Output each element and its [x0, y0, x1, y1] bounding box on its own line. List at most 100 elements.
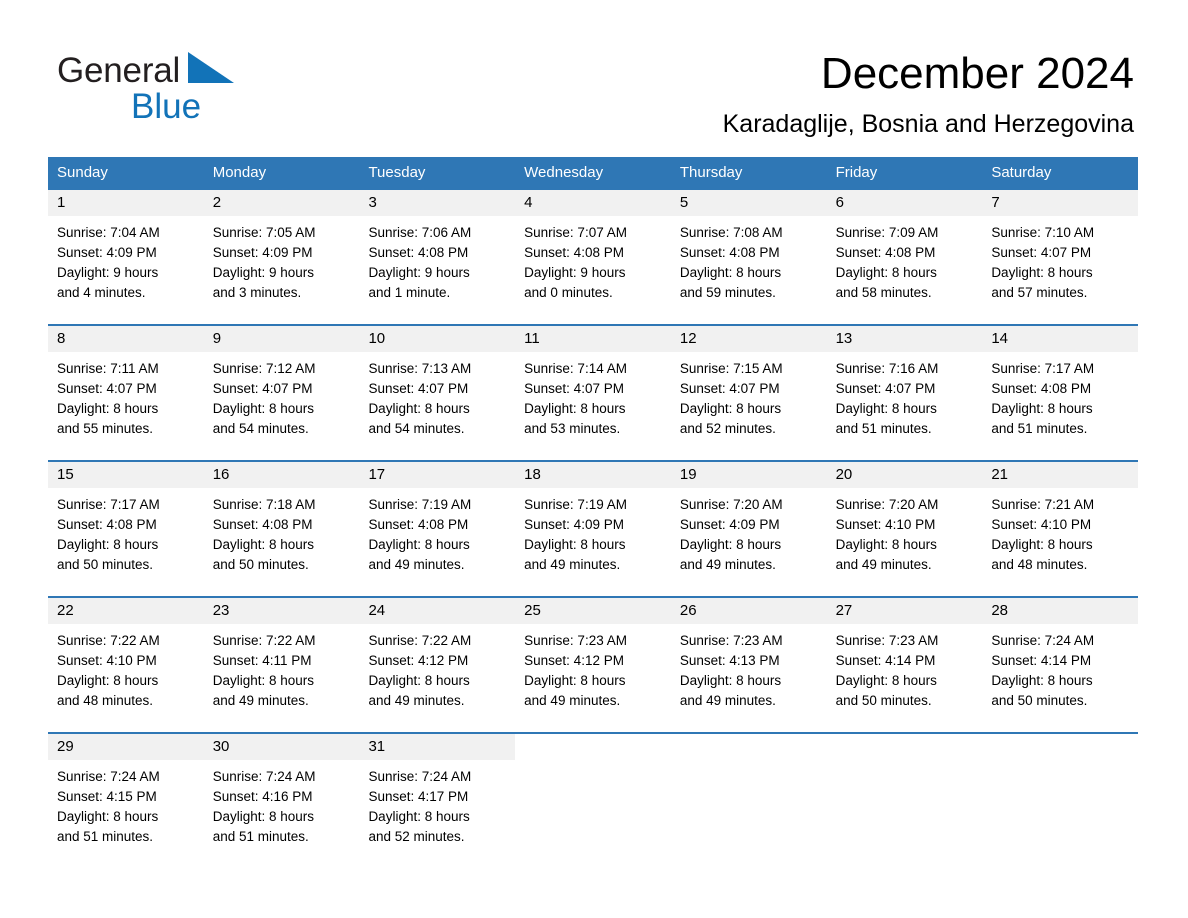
calendar-day-cell[interactable]: 23 Sunrise: 7:22 AM Sunset: 4:11 PM Dayligh… — [203, 598, 360, 720]
sunrise-text: Sunrise: 7:18 AM — [212, 497, 316, 512]
calendar-day-cell[interactable]: 26 Sunrise: 7:23 AM Sunset: 4:13 PM Dayligh… — [670, 598, 827, 720]
sunset-text: Sunset: 4:10 PM — [835, 517, 936, 532]
sunrise-text: Sunrise: 7:24 AM — [991, 633, 1095, 648]
day-number: 16 — [203, 462, 360, 488]
calendar-day-cell[interactable]: 17 Sunrise: 7:19 AM Sunset: 4:08 PM Dayligh… — [359, 462, 516, 584]
daylight-text-line1: Daylight: 8 hours — [835, 673, 937, 688]
daylight-text-line2: and 49 minutes. — [524, 693, 621, 708]
calendar-day-cell[interactable]: 3 Sunrise: 7:06 AM Sunset: 4:08 PM Daylight… — [359, 190, 516, 312]
daylight-text-line2: and 49 minutes. — [679, 693, 776, 708]
calendar-day-cell[interactable]: 13 Sunrise: 7:16 AM Sunset: 4:07 PM Dayligh… — [826, 326, 983, 448]
daylight-text-line1: Daylight: 8 hours — [57, 537, 159, 552]
weekday-header-friday: Friday — [835, 164, 878, 181]
sunrise-text: Sunrise: 7:24 AM — [368, 769, 472, 784]
day-number: 23 — [203, 598, 360, 624]
daylight-text-line2: and 49 minutes. — [368, 557, 465, 572]
calendar-day-cell[interactable]: 2 Sunrise: 7:05 AM Sunset: 4:09 PM Daylight… — [203, 190, 360, 312]
sunrise-text: Sunrise: 7:24 AM — [212, 769, 316, 784]
daylight-text-line2: and 51 minutes. — [212, 829, 309, 844]
calendar-day-cell[interactable]: 28 Sunrise: 7:24 AM Sunset: 4:14 PM Dayligh… — [982, 598, 1139, 720]
calendar-day-cell[interactable]: 4 Sunrise: 7:07 AM Sunset: 4:08 PM Daylight… — [515, 190, 671, 312]
calendar-day-cell[interactable]: 11 Sunrise: 7:14 AM Sunset: 4:07 PM Dayligh… — [515, 326, 671, 448]
daylight-text-line1: Daylight: 8 hours — [991, 673, 1093, 688]
sunrise-text: Sunrise: 7:13 AM — [368, 361, 472, 376]
calendar-day-cell[interactable]: 8 Sunrise: 7:11 AM Sunset: 4:07 PM Daylight… — [48, 326, 204, 448]
sunrise-text: Sunrise: 7:12 AM — [212, 361, 316, 376]
calendar-day-cell[interactable]: 16 Sunrise: 7:18 AM Sunset: 4:08 PM Dayligh… — [203, 462, 360, 584]
calendar-day-cell[interactable]: 19 Sunrise: 7:20 AM Sunset: 4:09 PM Dayligh… — [670, 462, 827, 584]
calendar-day-cell[interactable]: 14 Sunrise: 7:17 AM Sunset: 4:08 PM Dayligh… — [982, 326, 1139, 448]
sunrise-text: Sunrise: 7:19 AM — [524, 497, 627, 512]
sunset-text: Sunset: 4:16 PM — [212, 789, 313, 804]
day-details — [827, 760, 983, 767]
daylight-text-line1: Daylight: 8 hours — [679, 265, 782, 280]
sunset-text: Sunset: 4:15 PM — [57, 789, 157, 804]
daylight-text-line1: Daylight: 8 hours — [212, 401, 315, 416]
daylight-text-line2: and 54 minutes. — [212, 421, 309, 436]
calendar-day-cell[interactable]: 9 Sunrise: 7:12 AM Sunset: 4:07 PM Daylight… — [203, 326, 360, 448]
sunrise-text: Sunrise: 7:22 AM — [212, 633, 316, 648]
daylight-text-line1: Daylight: 8 hours — [368, 673, 470, 688]
day-details: Sunrise: 7:24 AM Sunset: 4:17 PM Daylight:… — [359, 760, 515, 847]
calendar-day-cell[interactable]: 6 Sunrise: 7:09 AM Sunset: 4:08 PM Daylight… — [826, 190, 983, 312]
daylight-text-line1: Daylight: 8 hours — [679, 673, 782, 688]
calendar-day-cell[interactable]: 7 Sunrise: 7:10 AM Sunset: 4:07 PM Daylight… — [982, 190, 1139, 312]
day-details: Sunrise: 7:10 AM Sunset: 4:07 PM Daylight:… — [982, 216, 1138, 303]
sunset-text: Sunset: 4:07 PM — [368, 381, 469, 396]
sunset-text: Sunset: 4:11 PM — [212, 653, 312, 668]
brand-name-general: General — [57, 51, 181, 90]
calendar-grid: Sunday Monday Tuesday Wednesday Thursday… — [48, 157, 1139, 856]
day-details: Sunrise: 7:20 AM Sunset: 4:09 PM Daylight:… — [671, 488, 827, 575]
sunset-text: Sunset: 4:09 PM — [524, 517, 624, 532]
calendar-day-cell[interactable]: 29 Sunrise: 7:24 AM Sunset: 4:15 PM Dayligh… — [48, 734, 204, 856]
calendar-day-cell[interactable]: 22 Sunrise: 7:22 AM Sunset: 4:10 PM Dayligh… — [48, 598, 204, 720]
sunset-text: Sunset: 4:08 PM — [212, 517, 313, 532]
calendar-day-cell[interactable]: 27 Sunrise: 7:23 AM Sunset: 4:14 PM Dayligh… — [826, 598, 983, 720]
sunset-text: Sunset: 4:08 PM — [524, 245, 624, 260]
sunrise-text: Sunrise: 7:17 AM — [991, 361, 1095, 376]
sunrise-text: Sunrise: 7:20 AM — [835, 497, 939, 512]
brand-logo[interactable]: General Blue — [57, 52, 397, 132]
daylight-text-line2: and 48 minutes. — [991, 557, 1088, 572]
calendar-day-cell-empty — [826, 734, 983, 856]
day-number: 7 — [982, 190, 1139, 216]
sunrise-text: Sunrise: 7:21 AM — [991, 497, 1095, 512]
day-number: 8 — [48, 326, 204, 352]
sunset-text: Sunset: 4:13 PM — [679, 653, 780, 668]
calendar-day-cell[interactable]: 5 Sunrise: 7:08 AM Sunset: 4:08 PM Daylight… — [670, 190, 827, 312]
day-number: 26 — [670, 598, 827, 624]
day-number — [982, 734, 1139, 760]
sunset-text: Sunset: 4:09 PM — [57, 245, 157, 260]
calendar-day-cell[interactable]: 31 Sunrise: 7:24 AM Sunset: 4:17 PM Dayligh… — [359, 734, 516, 856]
daylight-text-line2: and 4 minutes. — [57, 285, 146, 300]
day-details — [671, 760, 827, 767]
calendar-day-cell-empty — [515, 734, 671, 856]
daylight-text-line2: and 48 minutes. — [57, 693, 154, 708]
day-details: Sunrise: 7:23 AM Sunset: 4:12 PM Daylight:… — [515, 624, 671, 711]
calendar-day-cell[interactable]: 10 Sunrise: 7:13 AM Sunset: 4:07 PM Dayligh… — [359, 326, 516, 448]
day-details: Sunrise: 7:12 AM Sunset: 4:07 PM Daylight:… — [204, 352, 360, 439]
day-details: Sunrise: 7:21 AM Sunset: 4:10 PM Daylight:… — [982, 488, 1138, 575]
calendar-day-cell[interactable]: 12 Sunrise: 7:15 AM Sunset: 4:07 PM Dayligh… — [670, 326, 827, 448]
daylight-text-line1: Daylight: 8 hours — [991, 537, 1093, 552]
day-number — [670, 734, 827, 760]
weekday-header-monday: Monday — [212, 164, 267, 181]
sunset-text: Sunset: 4:07 PM — [835, 381, 936, 396]
calendar-day-cell[interactable]: 30 Sunrise: 7:24 AM Sunset: 4:16 PM Dayligh… — [203, 734, 360, 856]
calendar-day-cell[interactable]: 21 Sunrise: 7:21 AM Sunset: 4:10 PM Dayligh… — [982, 462, 1139, 584]
calendar-day-cell[interactable]: 1 Sunrise: 7:04 AM Sunset: 4:09 PM Daylight… — [48, 190, 204, 312]
day-details: Sunrise: 7:19 AM Sunset: 4:08 PM Daylight:… — [359, 488, 515, 575]
daylight-text-line2: and 53 minutes. — [524, 421, 621, 436]
day-details: Sunrise: 7:24 AM Sunset: 4:15 PM Daylight:… — [48, 760, 204, 847]
sunrise-text: Sunrise: 7:11 AM — [57, 361, 159, 376]
calendar-day-cell[interactable]: 15 Sunrise: 7:17 AM Sunset: 4:08 PM Dayligh… — [48, 462, 204, 584]
weekday-header-sunday: Sunday — [57, 164, 108, 181]
sunrise-text: Sunrise: 7:04 AM — [57, 225, 160, 240]
day-details: Sunrise: 7:13 AM Sunset: 4:07 PM Daylight:… — [359, 352, 515, 439]
daylight-text-line2: and 1 minute. — [368, 285, 451, 300]
page-title: December 2024 — [820, 49, 1134, 98]
calendar-day-cell[interactable]: 18 Sunrise: 7:19 AM Sunset: 4:09 PM Dayligh… — [515, 462, 671, 584]
calendar-day-cell[interactable]: 20 Sunrise: 7:20 AM Sunset: 4:10 PM Dayligh… — [826, 462, 983, 584]
calendar-day-cell[interactable]: 24 Sunrise: 7:22 AM Sunset: 4:12 PM Dayligh… — [359, 598, 516, 720]
calendar-day-cell[interactable]: 25 Sunrise: 7:23 AM Sunset: 4:12 PM Dayligh… — [515, 598, 671, 720]
